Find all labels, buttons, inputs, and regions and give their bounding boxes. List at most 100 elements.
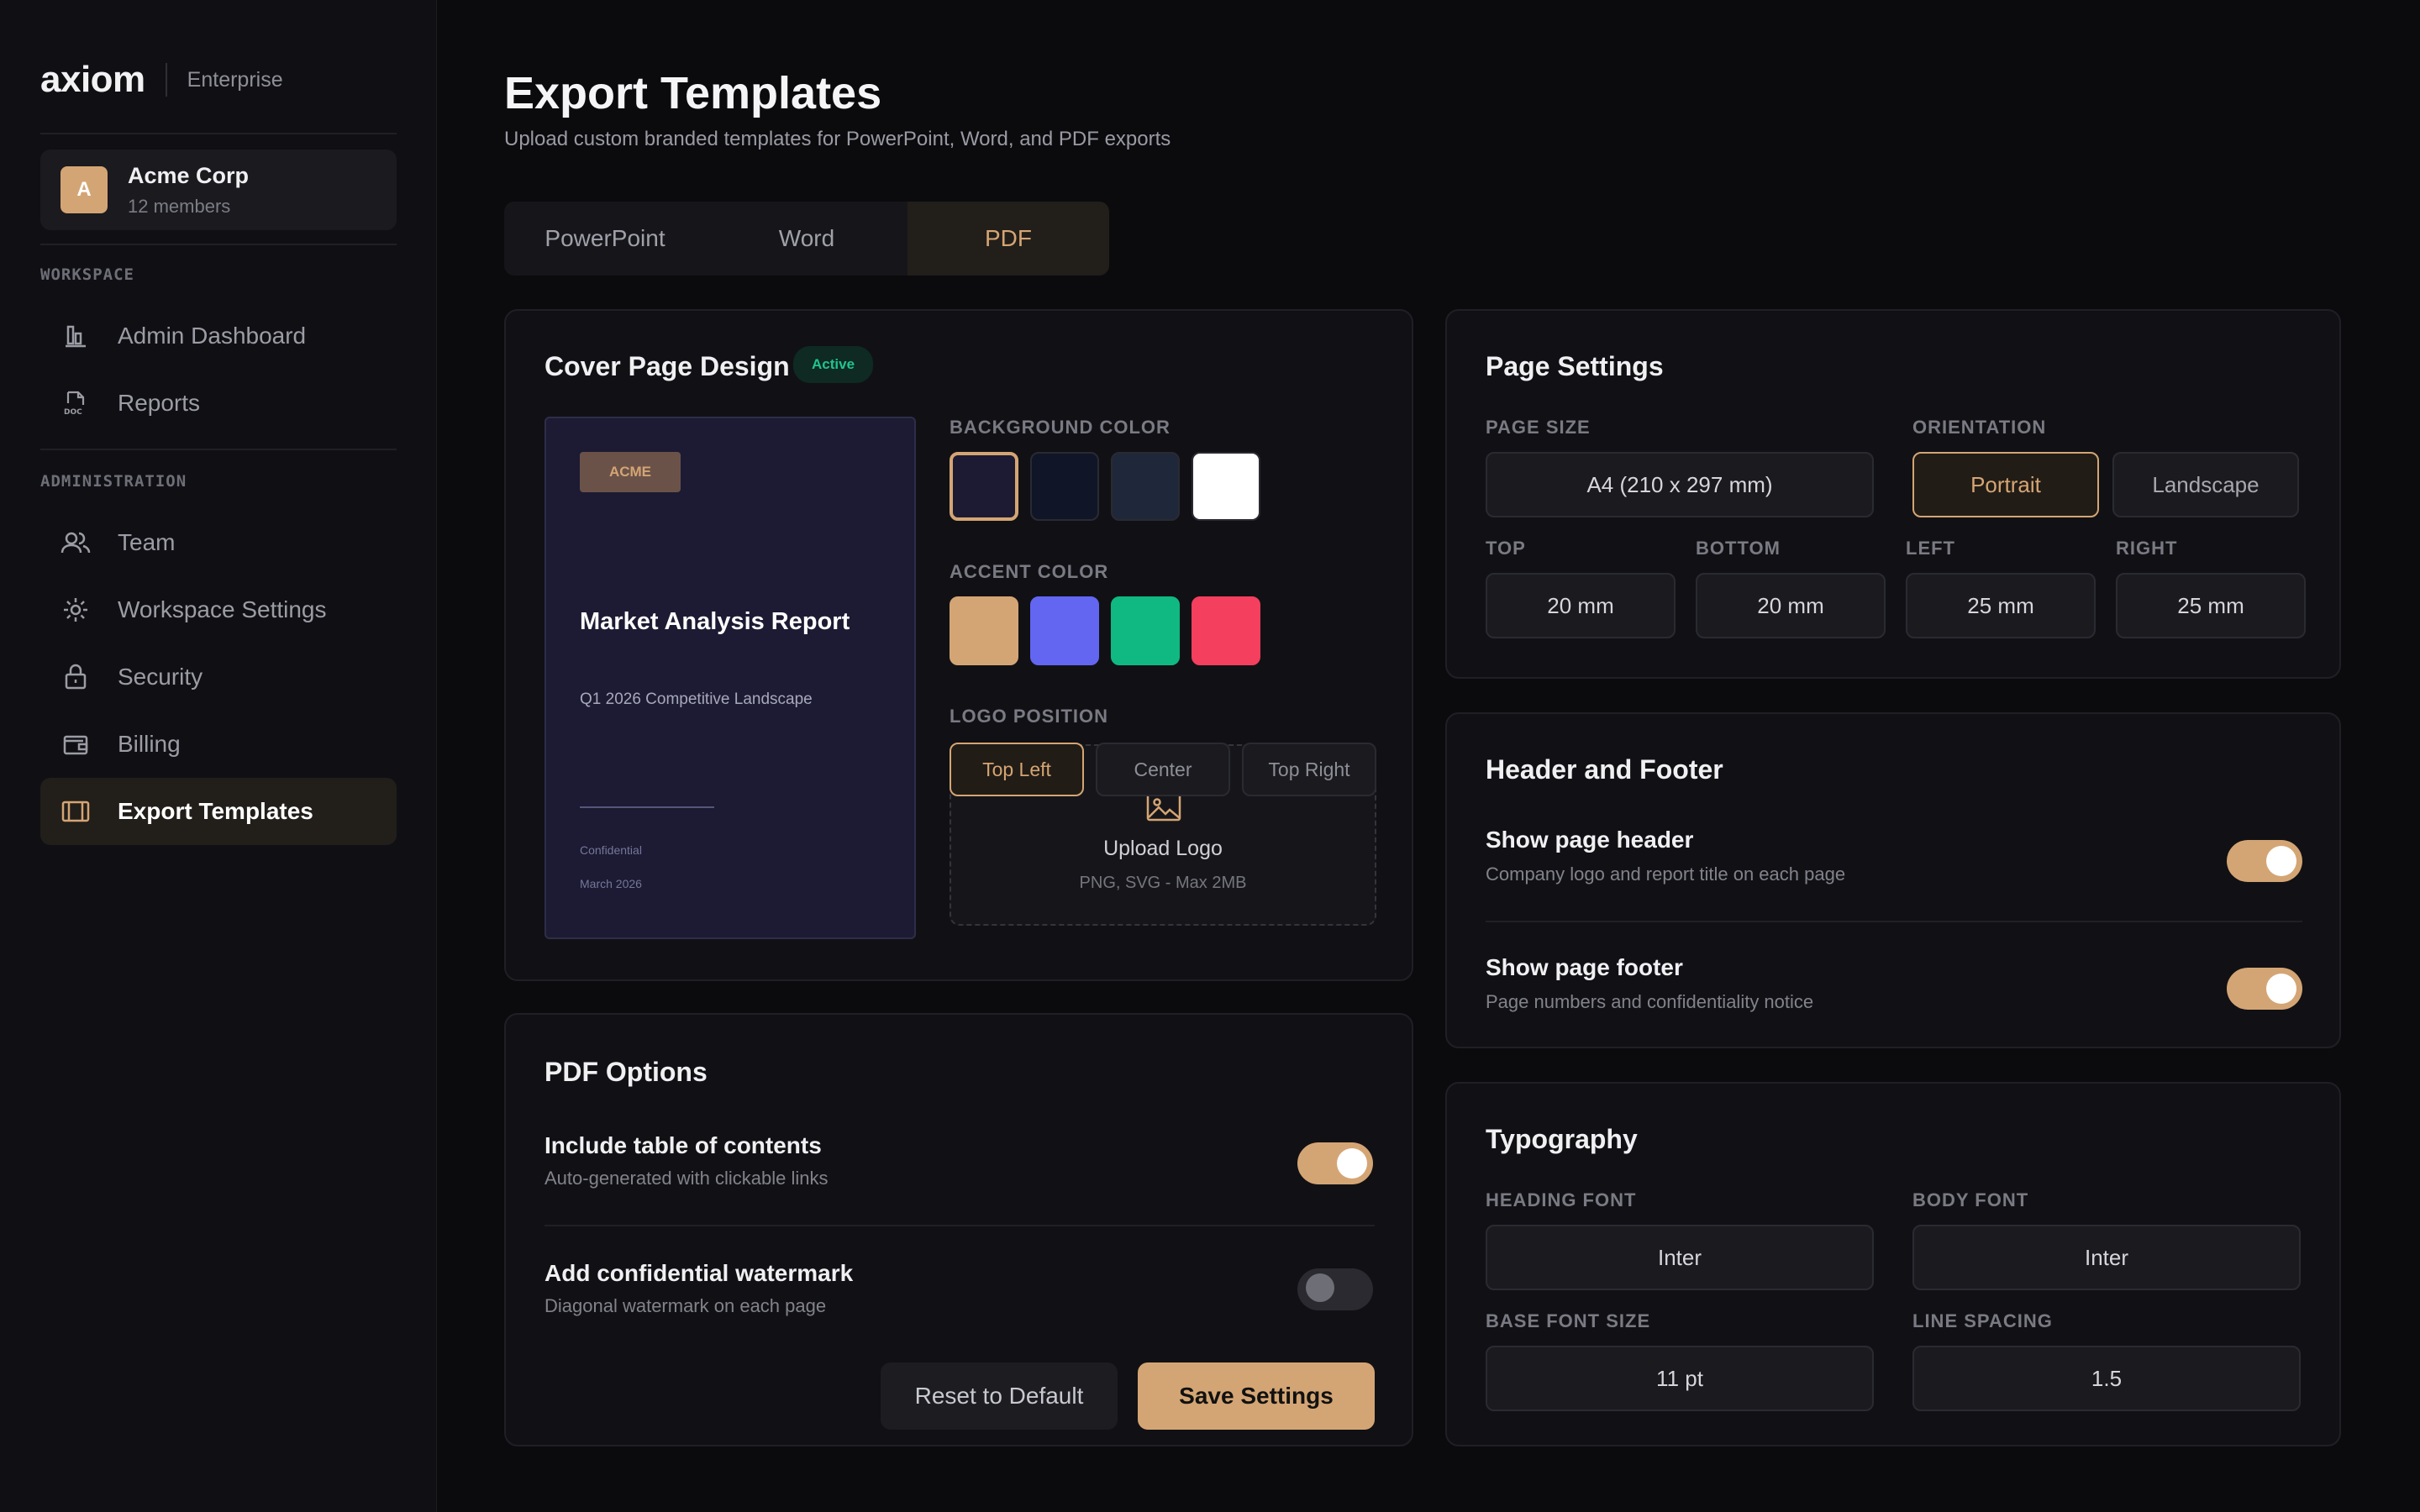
upload-logo-title: Upload Logo xyxy=(1103,837,1223,860)
sidebar-item-label: Team xyxy=(118,529,176,555)
sidebar-item-billing[interactable]: Billing xyxy=(40,711,397,778)
org-avatar: A xyxy=(60,166,108,213)
heading-font-select[interactable]: Inter xyxy=(1486,1225,1874,1290)
margin-left-label: LEFT xyxy=(1906,538,1955,559)
org-switcher[interactable]: A Acme Corp 12 members xyxy=(40,150,397,230)
card-title: PDF Options xyxy=(544,1057,708,1087)
bg-swatch-white[interactable] xyxy=(1192,452,1260,521)
margin-bottom-label: BOTTOM xyxy=(1696,538,1781,559)
header-option-desc: Company logo and report title on each pa… xyxy=(1486,864,1846,885)
upload-logo-hint: PNG, SVG - Max 2MB xyxy=(1079,874,1247,892)
cover-subtitle: Q1 2026 Competitive Landscape xyxy=(580,690,813,708)
wallet-icon xyxy=(60,729,91,759)
bg-swatch-midnight[interactable] xyxy=(1030,452,1099,521)
section-label-workspace: WORKSPACE xyxy=(40,265,134,284)
sidebar-item-reports[interactable]: DOC Reports xyxy=(40,370,397,437)
app: axiom Enterprise A Acme Corp 12 members … xyxy=(0,0,2420,1512)
sidebar-item-label: Admin Dashboard xyxy=(118,323,307,349)
bg-swatch-navy[interactable] xyxy=(950,452,1018,521)
cover-footer-confidential: Confidential xyxy=(580,843,642,857)
divider xyxy=(40,449,397,450)
users-icon xyxy=(60,528,91,558)
sidebar-item-security[interactable]: Security xyxy=(40,643,397,711)
line-spacing-label: LINE SPACING xyxy=(1912,1310,2053,1331)
svg-text:DOC: DOC xyxy=(64,408,82,417)
cover-footer-date: March 2026 xyxy=(580,877,642,890)
divider xyxy=(40,133,397,134)
doc-icon: DOC xyxy=(60,388,91,418)
sidebar-item-admin-dashboard[interactable]: Admin Dashboard xyxy=(40,302,397,370)
page-settings-card: Page Settings PAGE SIZE A4 (210 x 297 mm… xyxy=(1445,309,2341,679)
row-divider xyxy=(1486,921,2302,922)
watermark-toggle[interactable] xyxy=(1297,1268,1373,1310)
page-size-label: PAGE SIZE xyxy=(1486,417,1591,438)
cover-divider xyxy=(580,806,714,808)
accent-swatch-green[interactable] xyxy=(1111,596,1180,665)
footer-option-title: Show page footer xyxy=(1486,954,1683,980)
cover-design-card: Cover Page Design Active ACME Market Ana… xyxy=(504,309,1413,981)
template-icon xyxy=(60,796,91,827)
sidebar-item-label: Billing xyxy=(118,731,181,757)
header-toggle[interactable] xyxy=(2227,840,2302,882)
card-title: Typography xyxy=(1486,1124,1638,1154)
cover-preview: ACME Market Analysis Report Q1 2026 Comp… xyxy=(544,417,916,939)
reset-button[interactable]: Reset to Default xyxy=(881,1362,1118,1430)
accent-swatch-rose[interactable] xyxy=(1192,596,1260,665)
toggle-knob xyxy=(1306,1273,1334,1302)
toc-toggle[interactable] xyxy=(1297,1142,1373,1184)
pdf-options-card: PDF Options Include table of contents Au… xyxy=(504,1013,1413,1446)
watermark-option-desc: Diagonal watermark on each page xyxy=(544,1295,827,1316)
accent-swatch-gold[interactable] xyxy=(950,596,1018,665)
footer-toggle[interactable] xyxy=(2227,968,2302,1010)
body-font-label: BODY FONT xyxy=(1912,1189,2029,1210)
org-name: Acme Corp xyxy=(128,162,250,188)
tab-word[interactable]: Word xyxy=(706,202,908,276)
sidebar-item-label: Workspace Settings xyxy=(118,596,327,622)
base-font-size-input[interactable]: 11 pt xyxy=(1486,1346,1874,1411)
plan-label: Enterprise xyxy=(187,67,283,92)
logo-position-label: LOGO POSITION xyxy=(950,706,1109,727)
logo-position-top-left[interactable]: Top Left xyxy=(950,743,1084,796)
sidebar-item-label: Reports xyxy=(118,390,201,416)
sidebar-item-team[interactable]: Team xyxy=(40,509,397,576)
body-font-select[interactable]: Inter xyxy=(1912,1225,2301,1290)
tab-powerpoint[interactable]: PowerPoint xyxy=(504,202,706,276)
orientation-label: ORIENTATION xyxy=(1912,417,2047,438)
card-title: Header and Footer xyxy=(1486,754,1723,785)
image-icon xyxy=(1146,793,1181,826)
brand-logo[interactable]: axiom xyxy=(40,59,145,101)
chart-bars-icon xyxy=(60,321,91,351)
section-label-administration: ADMINISTRATION xyxy=(40,472,187,491)
format-tabs: PowerPoint Word PDF xyxy=(504,202,1109,276)
row-divider xyxy=(544,1225,1375,1226)
typography-card: Typography HEADING FONT Inter BODY FONT … xyxy=(1445,1082,2341,1446)
background-color-label: BACKGROUND COLOR xyxy=(950,417,1171,438)
base-font-size-label: BASE FONT SIZE xyxy=(1486,1310,1651,1331)
margin-top-label: TOP xyxy=(1486,538,1526,559)
margin-bottom-input[interactable]: 20 mm xyxy=(1696,573,1886,638)
header-option-title: Show page header xyxy=(1486,827,1694,853)
save-button[interactable]: Save Settings xyxy=(1138,1362,1375,1430)
accent-swatch-indigo[interactable] xyxy=(1030,596,1099,665)
toggle-knob xyxy=(1337,1148,1367,1179)
logo-position-top-right[interactable]: Top Right xyxy=(1242,743,1376,796)
line-spacing-input[interactable]: 1.5 xyxy=(1912,1346,2301,1411)
page-size-select[interactable]: A4 (210 x 297 mm) xyxy=(1486,452,1874,517)
sidebar-item-export-templates[interactable]: Export Templates xyxy=(40,778,397,845)
brand: axiom Enterprise xyxy=(40,0,396,160)
margin-right-input[interactable]: 25 mm xyxy=(2116,573,2306,638)
tab-pdf[interactable]: PDF xyxy=(908,202,1109,276)
page-subtitle: Upload custom branded templates for Powe… xyxy=(504,128,1171,150)
orientation-portrait[interactable]: Portrait xyxy=(1912,452,2099,517)
sidebar-item-workspace-settings[interactable]: Workspace Settings xyxy=(40,576,397,643)
logo-position-center[interactable]: Center xyxy=(1096,743,1230,796)
bg-swatch-slate[interactable] xyxy=(1111,452,1180,521)
divider xyxy=(40,244,397,245)
margin-top-input[interactable]: 20 mm xyxy=(1486,573,1676,638)
gear-icon xyxy=(60,595,91,625)
cover-logo: ACME xyxy=(580,452,681,492)
org-members: 12 members xyxy=(128,195,231,217)
margin-left-input[interactable]: 25 mm xyxy=(1906,573,2096,638)
orientation-landscape[interactable]: Landscape xyxy=(2112,452,2299,517)
status-badge: Active xyxy=(793,346,874,383)
